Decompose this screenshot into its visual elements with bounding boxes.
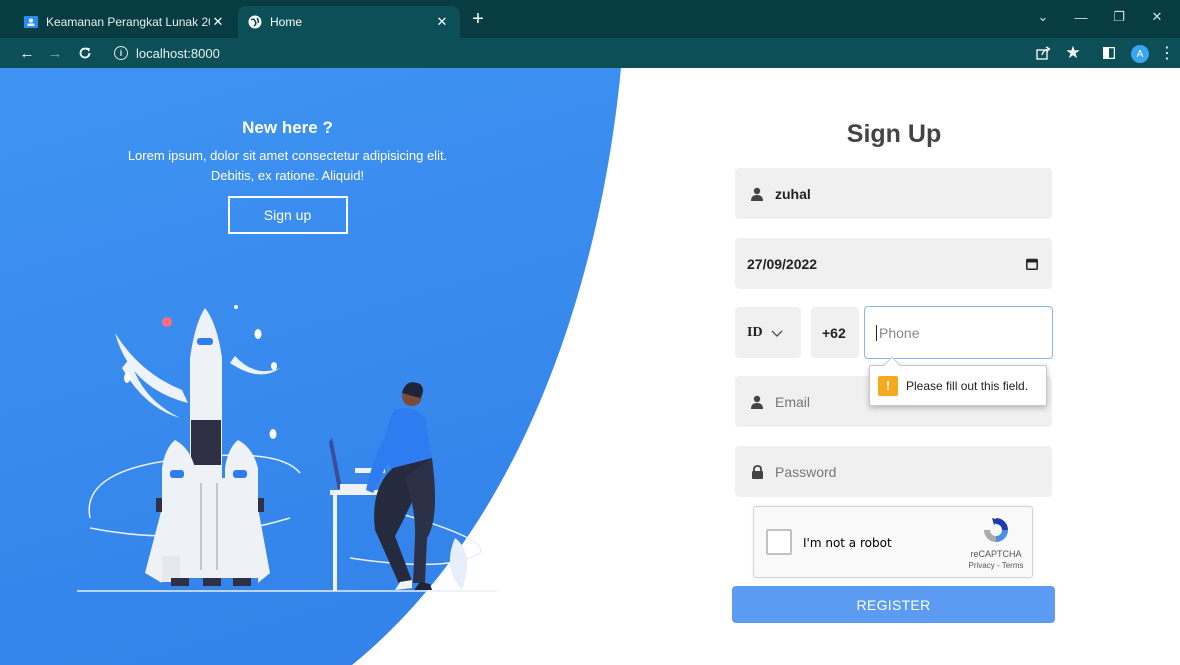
share-icon[interactable]: [1033, 43, 1053, 63]
tab-keamanan[interactable]: Keamanan Perangkat Lunak 2020 ✕: [14, 6, 236, 38]
recaptcha-brand: reCAPTCHA: [970, 549, 1022, 559]
text-caret: [876, 324, 877, 341]
chevron-down-icon: [771, 325, 783, 341]
panel-heading: New here ?: [242, 118, 333, 137]
dial-code: +62: [822, 324, 846, 341]
validation-message: Please fill out this field.: [906, 378, 1029, 393]
recaptcha-privacy-terms[interactable]: Privacy - Terms: [960, 561, 1032, 570]
panel-text-line-1: Lorem ipsum, dolor sit amet consectetur …: [127, 148, 448, 163]
date-value: 27/09/2022: [747, 255, 818, 272]
recaptcha-label: I'm not a robot: [803, 536, 892, 550]
country-select[interactable]: ID: [735, 307, 801, 358]
forward-arrow-icon[interactable]: →: [44, 42, 66, 64]
password-field[interactable]: Password: [735, 446, 1052, 497]
tab-search-icon[interactable]: ⌄: [1024, 0, 1062, 34]
date-field[interactable]: 27/09/2022: [735, 238, 1052, 289]
country-code: ID: [747, 324, 763, 340]
new-here-panel: New here ? Lorem ipsum, dolor sit amet c…: [90, 118, 485, 234]
username-field[interactable]: zuhal: [735, 168, 1052, 219]
recaptcha-widget: I'm not a robot reCAPTCHA Privacy - Term…: [753, 506, 1033, 578]
new-tab-button[interactable]: +: [466, 6, 490, 32]
register-button[interactable]: REGISTER: [732, 586, 1055, 623]
phone-placeholder: Phone: [879, 324, 920, 341]
tab-title: Keamanan Perangkat Lunak 2020: [46, 15, 210, 29]
tab-title: Home: [270, 15, 303, 29]
warning-icon: !: [878, 375, 898, 396]
user-icon: [749, 186, 765, 202]
profile-avatar[interactable]: A: [1131, 45, 1149, 63]
recaptcha-checkbox[interactable]: [766, 529, 792, 555]
back-arrow-icon[interactable]: ←: [16, 42, 38, 64]
validation-tooltip: ! Please fill out this field.: [869, 356, 1047, 406]
menu-kebab-icon[interactable]: ⋮: [1157, 43, 1177, 63]
rocket-illustration: [77, 305, 497, 592]
info-icon[interactable]: i: [114, 46, 128, 60]
tab-home[interactable]: Home ✕: [238, 6, 460, 38]
globe-icon: [248, 15, 262, 29]
password-placeholder: Password: [775, 463, 837, 480]
address-bar[interactable]: i localhost:8000: [104, 41, 1024, 65]
dial-code-field: +62: [811, 307, 859, 358]
user-icon: [749, 394, 765, 410]
side-panel-icon[interactable]: [1099, 43, 1119, 63]
sign-up-button[interactable]: Sign up: [227, 196, 348, 234]
email-placeholder: Email: [775, 393, 811, 410]
phone-input[interactable]: Phone: [864, 306, 1053, 359]
browser-toolbar: ← → i localhost:8000 ★ ⋮: [0, 38, 1180, 68]
minimize-icon[interactable]: —: [1062, 0, 1100, 34]
restore-icon[interactable]: ❐: [1100, 0, 1138, 34]
recaptcha-logo-icon: [984, 518, 1008, 542]
username-value: zuhal: [775, 185, 811, 202]
lock-icon: [749, 464, 765, 480]
page-viewport: New here ? Lorem ipsum, dolor sit amet c…: [0, 68, 1180, 665]
url-text: localhost:8000: [136, 45, 220, 61]
form-title: Sign Up: [846, 120, 942, 148]
close-icon[interactable]: ✕: [434, 14, 450, 30]
calendar-icon[interactable]: [1026, 258, 1038, 270]
classroom-favicon-icon: [24, 15, 38, 29]
panel-text-line-2: Debitis, ex ratione. Aliquid!: [210, 168, 365, 183]
reload-icon[interactable]: [74, 42, 96, 64]
close-icon[interactable]: ✕: [210, 14, 226, 30]
close-window-icon[interactable]: ✕: [1138, 0, 1176, 34]
bookmark-star-icon[interactable]: ★: [1063, 43, 1083, 63]
browser-tabstrip: Keamanan Perangkat Lunak 2020 ✕ Home ✕ +…: [0, 0, 1180, 38]
